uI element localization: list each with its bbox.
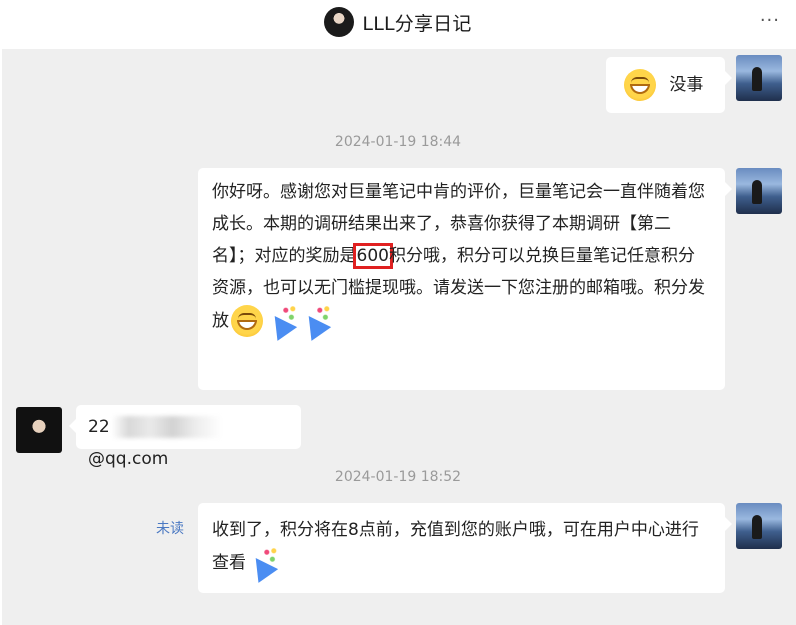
party-popper-icon	[265, 304, 299, 338]
email-suffix: @qq.com	[88, 449, 169, 469]
chat-header: LLL分享日记 ···	[0, 0, 796, 44]
message-text: 收到了，积分将在8点前，充值到您的账户哦，可在用户中心进行查看	[212, 520, 699, 573]
party-popper-icon	[246, 546, 280, 580]
redacted-blur	[111, 416, 222, 438]
grinning-face-icon	[231, 305, 263, 337]
my-avatar[interactable]	[736, 168, 782, 214]
message-bubble[interactable]: 你好呀。感谢您对巨量笔记中肯的评价，巨量笔记会一直伴随着您成长。本期的调研结果出…	[198, 168, 732, 390]
email-prefix: 22	[88, 417, 110, 437]
message-timestamp: 2024-01-19 18:44	[334, 134, 462, 150]
contact-avatar[interactable]	[16, 407, 62, 453]
my-avatar[interactable]	[736, 503, 782, 549]
message-timestamp: 2024-01-19 18:52	[334, 469, 462, 485]
message-text: 没事	[669, 75, 704, 95]
chat-title: LLL分享日记	[362, 12, 472, 35]
points-value-highlight: 600	[352, 243, 393, 269]
my-avatar[interactable]	[736, 55, 782, 101]
more-icon[interactable]: ···	[760, 10, 780, 31]
header-title-wrap: LLL分享日记	[0, 6, 796, 38]
party-popper-icon	[299, 304, 333, 338]
contact-avatar[interactable]	[324, 7, 355, 37]
message-bubble[interactable]: 收到了，积分将在8点前，充值到您的账户哦，可在用户中心进行查看	[198, 503, 732, 593]
message-bubble[interactable]: 没事	[606, 57, 732, 113]
grinning-face-icon	[624, 69, 656, 101]
unread-status: 未读	[156, 521, 184, 537]
message-bubble[interactable]: 22 @qq.com	[69, 405, 301, 469]
